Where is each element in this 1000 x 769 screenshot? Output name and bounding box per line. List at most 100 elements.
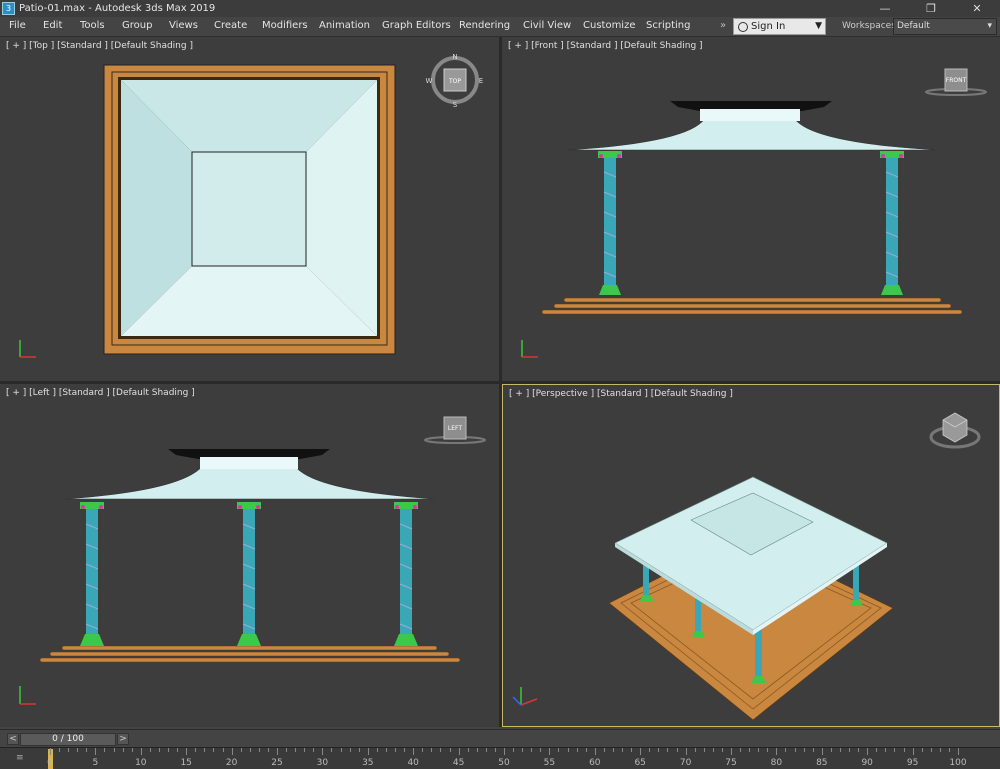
- viewport-divider-horizontal[interactable]: [0, 381, 1000, 384]
- track-tick: [204, 748, 206, 752]
- column-right: [394, 502, 418, 646]
- track-tick: [304, 748, 306, 752]
- track-tick: [77, 748, 79, 752]
- viewport-label[interactable]: [ + ] [Front ] [Standard ] [Default Shad…: [508, 41, 703, 51]
- track-tick: [313, 748, 315, 752]
- track-tick: [640, 748, 642, 755]
- track-tick: [295, 748, 297, 752]
- track-tick: [95, 748, 97, 755]
- axis-gizmo: [19, 686, 36, 705]
- time-slider[interactable]: 0 / 100: [20, 733, 116, 746]
- menu-tools[interactable]: Tools: [80, 20, 105, 31]
- track-tick: [122, 748, 124, 752]
- viewcube[interactable]: [929, 412, 981, 449]
- axis-gizmo: [521, 340, 538, 358]
- menu-modifiers[interactable]: Modifiers: [262, 20, 308, 31]
- track-tick: [385, 748, 387, 752]
- compass-s: S: [453, 101, 458, 109]
- track-tick: [776, 748, 778, 755]
- menu-customize[interactable]: Customize: [583, 20, 636, 31]
- track-tick-label: 5: [92, 758, 99, 768]
- viewcube[interactable]: TOP N S W E: [426, 53, 484, 109]
- sign-in-dropdown[interactable]: Sign In ▼: [733, 18, 826, 35]
- viewport-front[interactable]: FRONT [ + ] [Front ] [Standard ] [Defaul…: [502, 37, 1000, 381]
- track-tick: [50, 748, 51, 755]
- track-tick: [340, 748, 342, 752]
- left-view-scene: LEFT: [19, 416, 486, 705]
- menu-edit[interactable]: Edit: [43, 20, 62, 31]
- workspaces-select[interactable]: Default ▾: [893, 18, 997, 35]
- track-tick: [59, 748, 61, 752]
- track-tick-label: 45: [452, 758, 465, 768]
- track-tick: [858, 748, 860, 752]
- 3dsmax-app-icon[interactable]: 3: [2, 2, 15, 15]
- track-tick: [131, 748, 133, 752]
- track-tick: [958, 748, 959, 755]
- track-bar-icon[interactable]: ≡: [16, 753, 24, 763]
- menu-graph-editors[interactable]: Graph Editors: [382, 20, 451, 31]
- viewport-top[interactable]: TOP N S W E [ + ] [Top ] [Standard ] [De…: [0, 37, 499, 381]
- menu-create[interactable]: Create: [214, 20, 247, 31]
- track-tick: [249, 748, 251, 752]
- menu-overflow-icon[interactable]: »: [720, 20, 726, 31]
- compass-e: E: [479, 77, 483, 85]
- viewport-label[interactable]: [ + ] [Top ] [Standard ] [Default Shadin…: [6, 41, 193, 51]
- track-tick: [712, 748, 714, 752]
- menu-scripting[interactable]: Scripting: [646, 20, 690, 31]
- track-tick: [358, 748, 360, 752]
- axis-gizmo: [512, 687, 538, 706]
- track-tick: [404, 748, 406, 752]
- track-tick: [830, 748, 832, 752]
- viewport-label[interactable]: [ + ] [Left ] [Standard ] [Default Shadi…: [6, 388, 195, 398]
- title-bar: 3 Patio-01.max - Autodesk 3ds Max 2019 —…: [0, 0, 1000, 17]
- track-tick: [876, 748, 878, 752]
- track-tick-label: 70: [679, 758, 692, 768]
- menu-civil-view[interactable]: Civil View: [523, 20, 571, 31]
- track-tick: [703, 748, 705, 752]
- track-tick: [195, 748, 197, 752]
- maximize-button[interactable]: ❐: [908, 0, 954, 17]
- caret-down-icon: ▼: [815, 21, 822, 31]
- track-tick: [213, 748, 215, 752]
- viewcube[interactable]: LEFT: [424, 416, 486, 444]
- track-bar[interactable]: ≡ 0 5 10 15 20 25 30 35 40 45 50 55 60 65 70 75 80 85 90 95…: [0, 747, 1000, 769]
- track-tick: [622, 748, 624, 752]
- track-tick: [558, 748, 560, 752]
- viewport-left[interactable]: LEFT [ + ] [Left ] [Standard ] [Default …: [0, 384, 499, 727]
- column-middle: [237, 502, 261, 646]
- track-tick: [376, 748, 378, 752]
- menu-file[interactable]: File: [9, 20, 26, 31]
- track-tick-label: 35: [362, 758, 374, 768]
- viewport-label[interactable]: [ + ] [Perspective ] [Standard ] [Defaul…: [509, 389, 733, 399]
- menu-rendering[interactable]: Rendering: [459, 20, 510, 31]
- menu-views[interactable]: Views: [169, 20, 198, 31]
- step: [563, 297, 942, 303]
- track-tick: [367, 748, 369, 755]
- track-tick: [867, 748, 869, 755]
- close-button[interactable]: ✕: [954, 0, 1000, 17]
- viewport-perspective[interactable]: [ + ] [Perspective ] [Standard ] [Defaul…: [502, 384, 1000, 727]
- viewcube[interactable]: FRONT: [925, 68, 987, 96]
- prev-frame-button[interactable]: <: [7, 733, 19, 745]
- menu-animation[interactable]: Animation: [319, 20, 370, 31]
- sign-in-label: Sign In: [751, 21, 786, 32]
- track-tick: [649, 748, 651, 752]
- track-tick: [749, 748, 751, 752]
- viewcube-label: LEFT: [448, 425, 462, 432]
- track-tick: [785, 748, 787, 752]
- track-tick: [885, 748, 887, 752]
- menu-group[interactable]: Group: [122, 20, 152, 31]
- track-tick: [585, 748, 587, 752]
- minimize-button[interactable]: —: [862, 0, 908, 17]
- track-tick: [104, 748, 106, 752]
- track-tick-label: 40: [407, 758, 419, 768]
- track-tick: [168, 748, 170, 752]
- track-tick: [413, 748, 415, 755]
- track-tick: [286, 748, 288, 752]
- next-frame-button[interactable]: >: [117, 733, 129, 745]
- track-tick-label: 20: [225, 758, 238, 768]
- compass-w: W: [426, 77, 433, 85]
- time-slider-bar: < 0 / 100 >: [0, 729, 1000, 747]
- track-tick-label: 25: [271, 758, 283, 768]
- column-left: [80, 502, 104, 646]
